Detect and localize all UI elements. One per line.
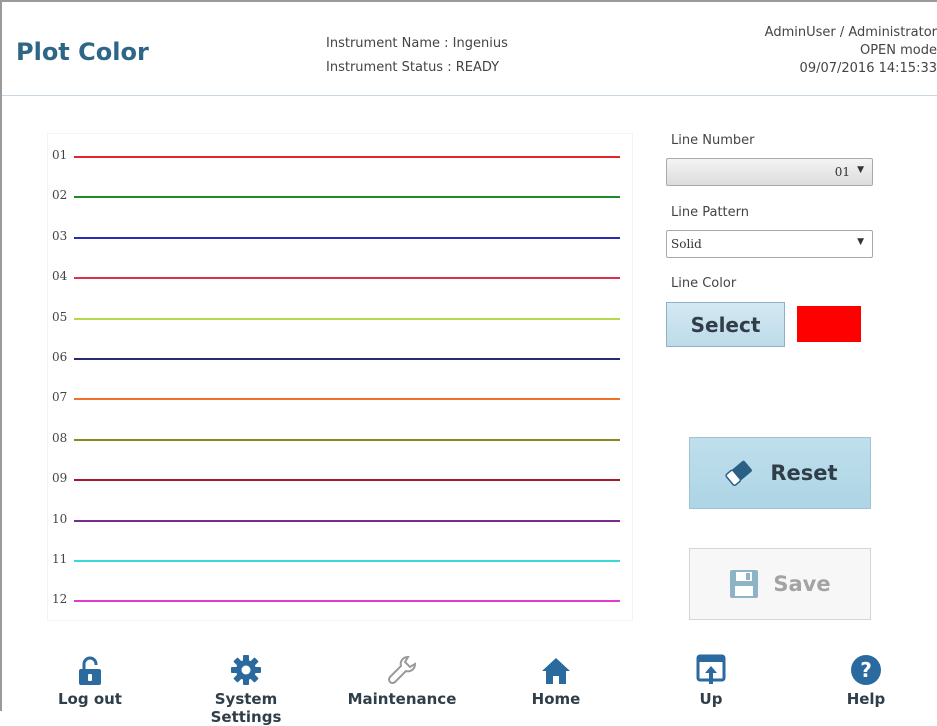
plot-line-sample [74,519,620,522]
reset-label: Reset [770,461,838,485]
line-pattern-value: Solid [671,237,702,251]
help-icon: ? [801,652,931,686]
line-color-label: Line Color [671,276,737,291]
help-label: Help [846,690,886,708]
up-window-icon [646,652,776,686]
plot-line-label: 03 [52,228,68,243]
plot-line-sample [74,156,620,158]
plot-line-label: 09 [52,471,68,486]
help-button[interactable]: ? Help [801,652,931,708]
instrument-info: Instrument Name : Ingenius Instrument St… [326,32,508,80]
plot-line-sample [74,236,620,239]
plot-line-sample [74,358,620,360]
header: Plot Color Instrument Name : Ingenius In… [2,2,937,96]
plot-line-label: 01 [52,148,68,162]
plot-line-sample [74,277,620,280]
instrument-name: Instrument Name : Ingenius [326,36,508,51]
plot-line-row: 10 [48,510,632,530]
plot-line-label: 02 [52,188,68,203]
instrument-status: Instrument Status : READY [326,60,500,75]
gear-icon [181,652,311,686]
line-number-value: 01 [834,165,850,179]
plot-line-sample [74,479,620,482]
system-settings-label: System Settings [210,690,282,726]
plot-line-sample [74,600,620,603]
color-swatch [797,306,861,342]
plot-line-row: 02 [48,186,632,206]
plot-line-row: 03 [48,227,632,247]
plot-line-label: 08 [52,430,68,445]
plot-line-sample [74,196,620,199]
home-button[interactable]: Home [491,652,621,708]
line-pattern-select[interactable]: Solid ▼ [666,230,873,258]
select-color-button[interactable]: Select [666,302,785,347]
plot-line-row: 07 [48,388,632,408]
plot-line-label: 05 [52,309,68,324]
plot-line-label: 12 [52,592,68,607]
home-label: Home [531,690,581,708]
plot-line-row: 11 [48,550,632,570]
line-number-select[interactable]: 01 ▼ [666,158,873,186]
plot-line-sample [74,317,620,320]
chevron-down-icon: ▼ [857,237,864,247]
maintenance-label: Maintenance [347,690,457,708]
mode-text: OPEN mode [859,43,937,58]
line-pattern-label: Line Pattern [671,205,749,220]
plot-preview: 01 02 03 04 05 06 07 08 09 10 11 12 [48,134,632,620]
plot-line-label: 04 [52,269,68,284]
user-role: AdminUser / Administrator [764,25,937,40]
plot-line-label: 10 [52,511,68,526]
plot-line-row: 12 [48,590,632,610]
plot-line-sample [74,438,620,441]
plot-line-row: 05 [48,308,632,328]
line-number-label: Line Number [671,133,755,148]
datetime-text: 09/07/2016 14:15:33 [799,61,937,76]
plot-line-label: 11 [52,552,68,566]
logout-button[interactable]: Log out [25,652,155,708]
reset-button[interactable]: Reset [689,437,871,509]
wrench-icon [337,652,467,686]
plot-line-sample [74,560,620,562]
plot-line-row: 08 [48,429,632,449]
eraser-icon [722,458,756,488]
maintenance-button[interactable]: Maintenance [337,652,467,708]
plot-line-sample [74,398,620,401]
plot-line-label: 06 [52,350,68,364]
page-title: Plot Color [16,38,149,66]
save-button[interactable]: Save [689,548,871,620]
plot-line-row: 04 [48,267,632,287]
user-info: AdminUser / Administrator OPEN mode 09/0… [765,24,937,78]
unlock-icon [25,652,155,686]
logout-label: Log out [58,690,122,708]
svg-text:?: ? [860,658,872,682]
system-settings-button[interactable]: System Settings [181,652,311,726]
plot-line-row: 01 [48,146,632,166]
plot-line-row: 06 [48,348,632,368]
plot-line-label: 07 [52,390,68,405]
floppy-disk-icon [729,569,759,599]
up-label: Up [699,690,723,708]
up-button[interactable]: Up [646,652,776,708]
chevron-down-icon: ▼ [857,165,864,175]
plot-line-row: 09 [48,469,632,489]
home-icon [491,652,621,686]
save-label: Save [773,572,831,596]
